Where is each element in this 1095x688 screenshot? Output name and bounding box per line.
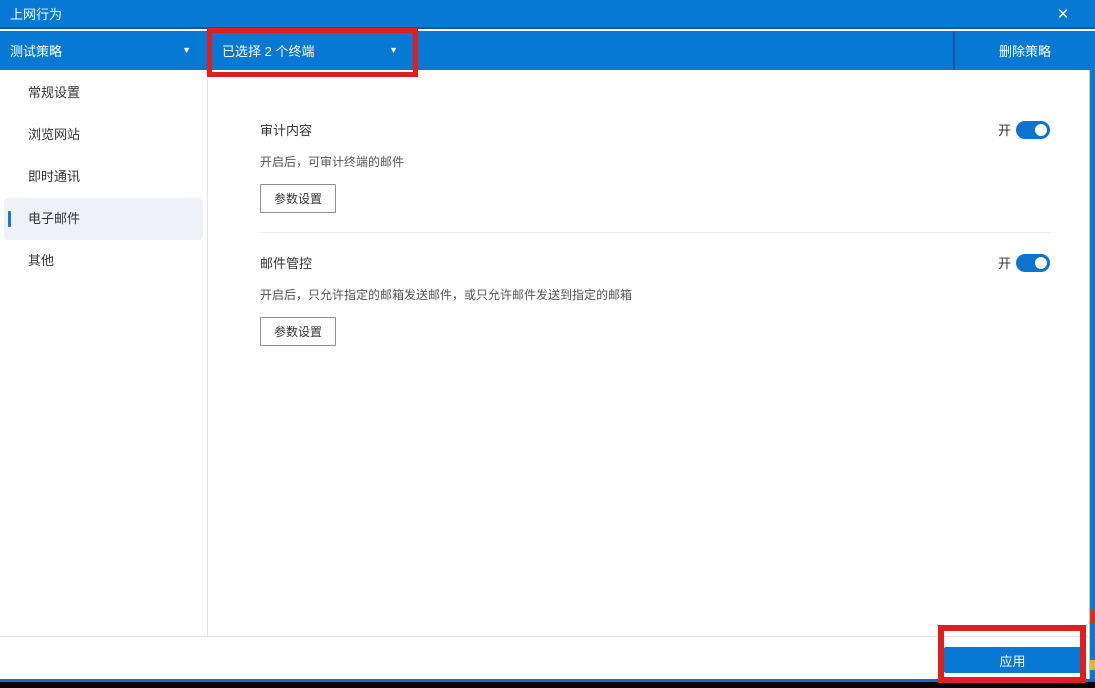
section-mail-control: 邮件管控 开 开启后，只允许指定的邮箱发送邮件，或只允许邮件发送到指定的邮箱 参… [260, 253, 1050, 346]
email-settings-panel: 审计内容 开 开启后，可审计终端的邮件 参数设置 邮件管控 开 开启后，只允许指… [209, 70, 1089, 636]
param-settings-button[interactable]: 参数设置 [260, 317, 337, 346]
caret-down-icon: ▼ [389, 45, 398, 55]
section-title: 审计内容 [260, 123, 313, 138]
policy-name-label: 测试策略 [10, 44, 63, 59]
toggle-knob [1035, 256, 1047, 269]
section-divider [260, 232, 1050, 233]
sidebar-item-email[interactable]: 电子邮件 [4, 198, 203, 240]
toggle-knob [1035, 123, 1047, 136]
policy-name-dropdown[interactable]: 测试策略 ▼ [0, 31, 208, 70]
scroll-marker-red [1090, 610, 1095, 623]
scroll-marker-yellow [1090, 660, 1095, 670]
device-dropdown[interactable]: 已选择 2 个终端 ▼ [208, 31, 418, 70]
toggle-state-label: 开 [997, 256, 1011, 271]
dialog-title: 上网行为 [10, 7, 63, 22]
close-icon[interactable]: × [1048, 0, 1078, 29]
section-header: 审计内容 开 [260, 120, 1050, 139]
footer-divider [0, 636, 1095, 637]
sidebar-item-general-settings[interactable]: 常规设置 [0, 72, 207, 114]
apply-button[interactable]: 应用 [944, 647, 1081, 673]
section-header: 邮件管控 开 [260, 253, 1050, 272]
delete-policy-button[interactable]: 删除策略 [955, 31, 1095, 70]
sidebar-item-instant-messaging[interactable]: 即时通讯 [0, 156, 207, 198]
right-scroll-strip[interactable] [1089, 70, 1095, 680]
section-description: 开启后，只允许指定的邮箱发送邮件，或只允许邮件发送到指定的邮箱 [260, 288, 633, 302]
settings-sidebar: 常规设置 浏览网站 即时通讯 电子邮件 其他 [0, 70, 208, 636]
section-description: 开启后，可审计终端的邮件 [260, 155, 405, 169]
policy-toolbar: 测试策略 ▼ 已选择 2 个终端 ▼ 删除策略 [0, 31, 1095, 70]
toggle-switch-icon[interactable] [1016, 253, 1050, 272]
device-dropdown-label: 已选择 2 个终端 [222, 44, 315, 59]
param-settings-button[interactable]: 参数设置 [260, 184, 337, 213]
section-title: 邮件管控 [260, 256, 313, 271]
audit-content-toggle[interactable]: 开 [998, 120, 1050, 139]
internet-behavior-dialog: 上网行为 × 测试策略 ▼ 已选择 2 个终端 ▼ 删除策略 常规设置 浏览网站… [0, 0, 1095, 688]
mail-control-toggle[interactable]: 开 [998, 253, 1050, 272]
sidebar-item-other[interactable]: 其他 [0, 240, 207, 282]
toggle-state-label: 开 [997, 123, 1011, 138]
toggle-switch-icon[interactable] [1016, 120, 1050, 139]
section-audit-content: 审计内容 开 开启后，可审计终端的邮件 参数设置 [260, 120, 1050, 213]
screen-bottom-bar [0, 682, 1095, 688]
sidebar-item-browse-websites[interactable]: 浏览网站 [0, 114, 207, 156]
dialog-titlebar: 上网行为 × [0, 0, 1095, 29]
caret-down-icon: ▼ [182, 45, 191, 55]
